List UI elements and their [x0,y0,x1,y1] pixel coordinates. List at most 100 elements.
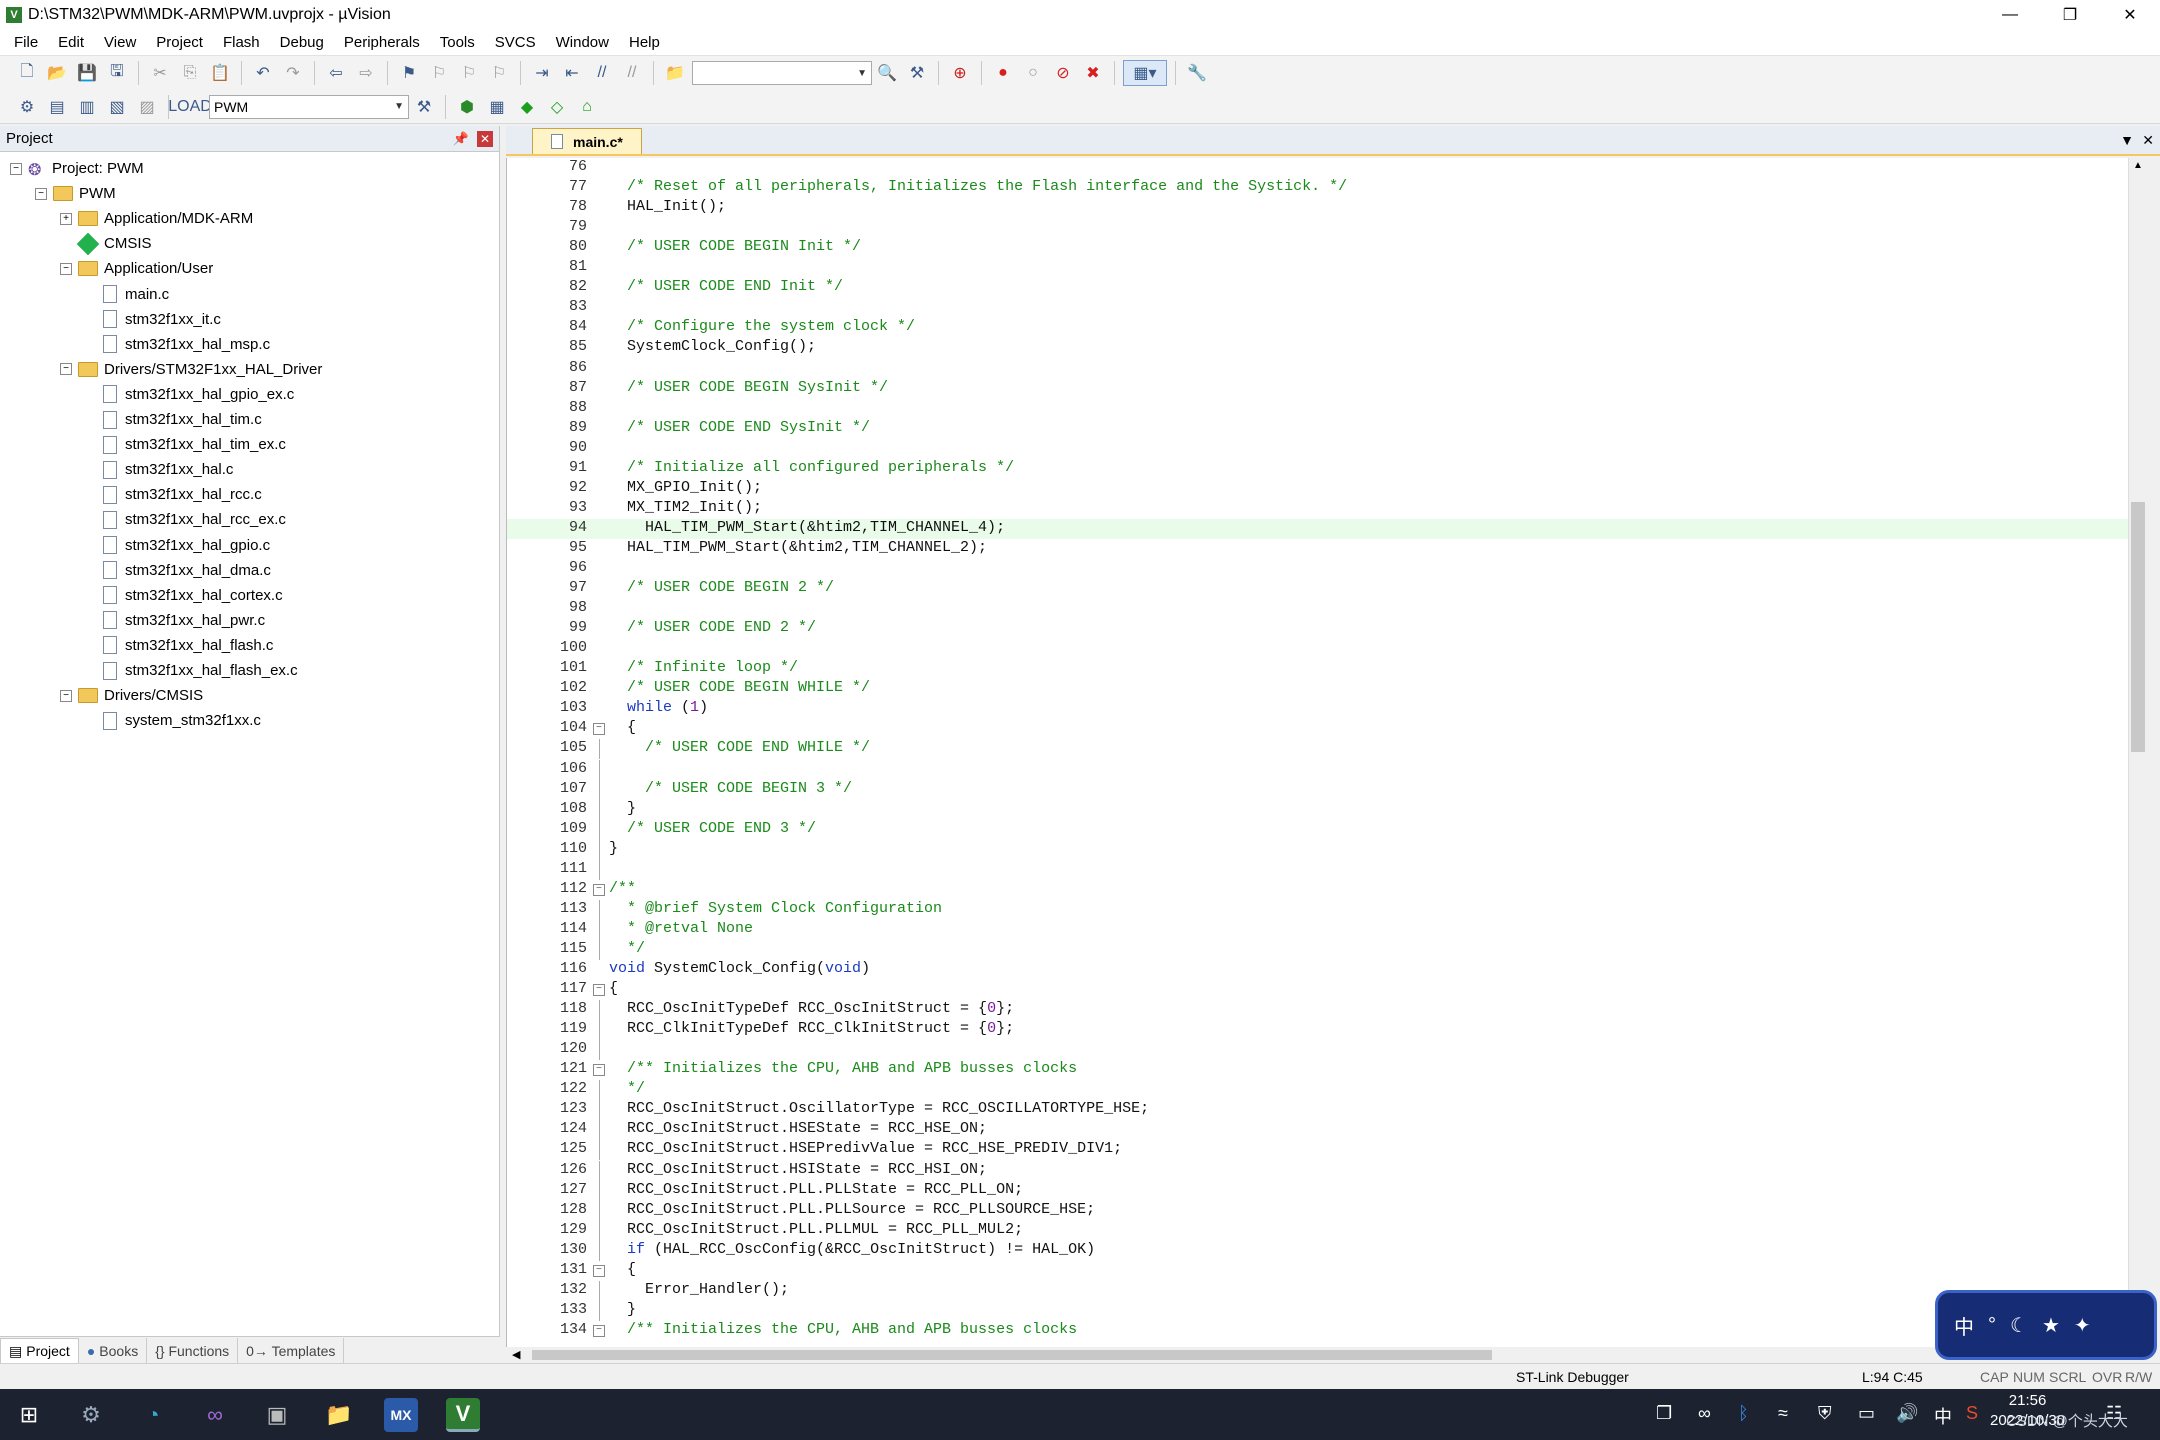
minimize-button[interactable]: — [1980,0,2040,30]
edge-icon[interactable]: ◔ [136,1398,170,1432]
code-line[interactable]: 79 [507,218,2135,238]
breakpoint-disable-all-icon[interactable]: ⊘ [1050,60,1076,86]
code-line[interactable]: 82 /* USER CODE END Init */ [507,278,2135,298]
code-line[interactable]: 121− /** Initializes the CPU, AHB and AP… [507,1060,2135,1080]
code-line[interactable]: 133 } [507,1300,2135,1321]
tree-node[interactable]: − Drivers/CMSIS [60,683,203,708]
bookmark-toggle-icon[interactable]: ⚑ [396,60,422,86]
open-file-icon[interactable]: 📂 [44,60,70,86]
code-line[interactable]: 124 RCC_OscInitStruct.HSEState = RCC_HSE… [507,1120,2135,1141]
paste-icon[interactable]: 📋 [207,60,233,86]
breakpoint-insert-icon[interactable]: ● [990,60,1016,86]
windows-start-icon[interactable]: ⊞ [12,1398,46,1432]
code-line[interactable]: 80 /* USER CODE BEGIN Init */ [507,238,2135,258]
code-line[interactable]: 97 /* USER CODE BEGIN 2 */ [507,579,2135,599]
cut-icon[interactable]: ✂ [147,60,173,86]
code-line[interactable]: 132 Error_Handler(); [507,1280,2135,1301]
menu-svcs[interactable]: SVCS [485,34,546,51]
close-button[interactable]: ✕ [2100,0,2160,30]
code-line[interactable]: 110} [507,839,2135,860]
tab-books[interactable]: ● Books [79,1338,148,1363]
stop-build-icon[interactable]: ▨ [134,94,160,120]
code-line[interactable]: 113 * @brief System Clock Configuration [507,899,2135,920]
code-line[interactable]: 93 MX_TIM2_Init(); [507,499,2135,519]
collapse-icon[interactable]: − [60,363,72,376]
bookmark-clear-icon[interactable]: ⚐ [486,60,512,86]
build-icon[interactable]: ▤ [44,94,70,120]
fold-toggle-icon[interactable]: − [593,723,605,736]
link-icon[interactable]: ∞ [1698,1403,1711,1424]
pin-icon[interactable]: 📌 [453,131,469,147]
code-line[interactable]: 126 RCC_OscInitStruct.HSIState = RCC_HSI… [507,1160,2135,1181]
code-line[interactable]: 120 [507,1040,2135,1061]
tree-node[interactable]: CMSIS [60,231,152,256]
star-icon[interactable]: ✦ [2074,1313,2091,1338]
download-icon[interactable]: LOAD [168,94,212,120]
code-line[interactable]: 98 [507,599,2135,619]
tab-list-chevron-icon[interactable]: ▼ [2120,132,2134,148]
bluetooth-icon[interactable]: ᛒ [1738,1403,1749,1424]
tree-node[interactable]: stm32f1xx_hal_flash_ex.c [85,658,298,683]
code-line[interactable]: 118 RCC_OscInitTypeDef RCC_OscInitStruct… [507,1000,2135,1021]
code-line[interactable]: 77 /* Reset of all peripherals, Initiali… [507,178,2135,198]
options-for-target-icon[interactable]: ⚒ [411,94,437,120]
configure-icon[interactable]: 🔧 [1184,60,1210,86]
shirt-icon[interactable]: ★ [2042,1313,2060,1338]
code-line[interactable]: 103 while (1) [507,699,2135,719]
code-line[interactable]: 84 /* Configure the system clock */ [507,318,2135,338]
redo-icon[interactable]: ↷ [280,60,306,86]
breakpoint-kill-all-icon[interactable]: ✖ [1080,60,1106,86]
menu-project[interactable]: Project [146,34,213,51]
vertical-scroll-thumb[interactable] [2131,502,2145,752]
code-line[interactable]: 119 RCC_ClkInitTypeDef RCC_ClkInitStruct… [507,1020,2135,1041]
translate-icon[interactable]: ⚙ [14,94,40,120]
menu-edit[interactable]: Edit [48,34,94,51]
uncomment-icon[interactable]: // [619,60,645,86]
app-icon[interactable]: ▣ [260,1398,294,1432]
code-line[interactable]: 114 * @retval None [507,919,2135,940]
file-extensions-icon[interactable]: ▦ [484,94,510,120]
ime-language[interactable]: 中 [1954,1311,1974,1340]
security-shield-icon[interactable]: ⛨ [1818,1403,1832,1424]
ime-toolbar[interactable]: 中 ° ☾ ★ ✦ [1935,1290,2157,1360]
manage-components-icon[interactable]: ⬢ [454,94,480,120]
collapse-icon[interactable]: − [60,689,72,702]
code-line[interactable]: 78 HAL_Init(); [507,198,2135,218]
new-file-icon[interactable]: 🗋 [14,60,40,86]
tree-node[interactable]: + Application/MDK-ARM [60,206,253,231]
code-line[interactable]: 89 /* USER CODE END SysInit */ [507,419,2135,439]
tab-templates[interactable]: 0→ Templates [238,1338,345,1363]
menu-flash[interactable]: Flash [213,34,270,51]
task-view-icon[interactable]: ❐ [1656,1403,1672,1424]
stm32cubemx-icon[interactable]: MX [384,1398,418,1432]
code-line[interactable]: 109 /* USER CODE END 3 */ [507,819,2135,840]
fold-toggle-icon[interactable]: − [593,984,605,997]
tree-node[interactable]: stm32f1xx_hal_tim_ex.c [85,432,286,457]
debug-session-icon[interactable]: ⊕ [947,60,973,86]
code-line[interactable]: 125 RCC_OscInitStruct.HSEPredivValue = R… [507,1140,2135,1161]
code-line[interactable]: 115 */ [507,939,2135,960]
punctuation-icon[interactable]: ° [1988,1314,1996,1337]
code-line[interactable]: 131− { [507,1261,2135,1281]
batch-build-icon[interactable]: ▧ [104,94,130,120]
wifi-icon[interactable]: ≈ [1778,1403,1788,1424]
tree-node[interactable]: stm32f1xx_hal_flash.c [85,633,273,658]
code-line[interactable]: 112−/** [507,880,2135,900]
code-line[interactable]: 102 /* USER CODE BEGIN WHILE */ [507,679,2135,699]
code-line[interactable]: 99 /* USER CODE END 2 */ [507,619,2135,639]
menu-peripherals[interactable]: Peripherals [334,34,430,51]
tree-node[interactable]: stm32f1xx_hal_rcc_ex.c [85,507,286,532]
code-line[interactable]: 96 [507,559,2135,579]
menu-file[interactable]: File [4,34,48,51]
code-line[interactable]: 90 [507,439,2135,459]
run-time-environment-icon[interactable]: ⌂ [574,94,600,120]
fold-toggle-icon[interactable]: − [593,883,605,896]
code-line[interactable]: 101 /* Infinite loop */ [507,659,2135,679]
settings-app-icon[interactable]: ⚙ [74,1398,108,1432]
find-in-files-icon[interactable]: 📁 [662,60,688,86]
close-tab-icon[interactable]: ✕ [2142,132,2154,149]
code-line[interactable]: 117−{ [507,980,2135,1000]
code-line[interactable]: 107 /* USER CODE BEGIN 3 */ [507,779,2135,800]
file-explorer-icon[interactable]: 📁 [322,1398,356,1432]
code-line[interactable]: 128 RCC_OscInitStruct.PLL.PLLSource = RC… [507,1200,2135,1221]
